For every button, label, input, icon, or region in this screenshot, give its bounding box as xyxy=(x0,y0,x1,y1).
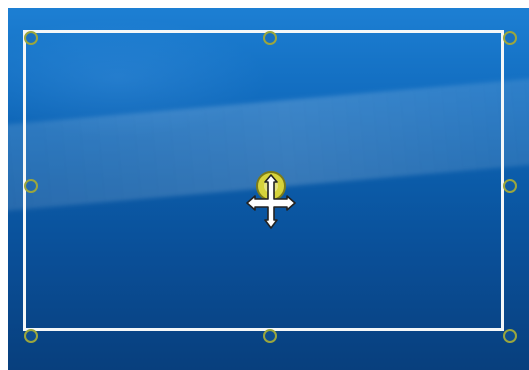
resize-handle-middle-right[interactable] xyxy=(503,179,517,193)
move-cursor-icon xyxy=(246,171,296,229)
resize-handle-top-left[interactable] xyxy=(24,31,38,45)
resize-handle-middle-left[interactable] xyxy=(24,179,38,193)
resize-handle-top-center[interactable] xyxy=(263,31,277,45)
resize-handle-bottom-right[interactable] xyxy=(503,329,517,343)
resize-handle-top-right[interactable] xyxy=(503,31,517,45)
resize-handle-bottom-center[interactable] xyxy=(263,329,277,343)
resize-handle-bottom-left[interactable] xyxy=(24,329,38,343)
